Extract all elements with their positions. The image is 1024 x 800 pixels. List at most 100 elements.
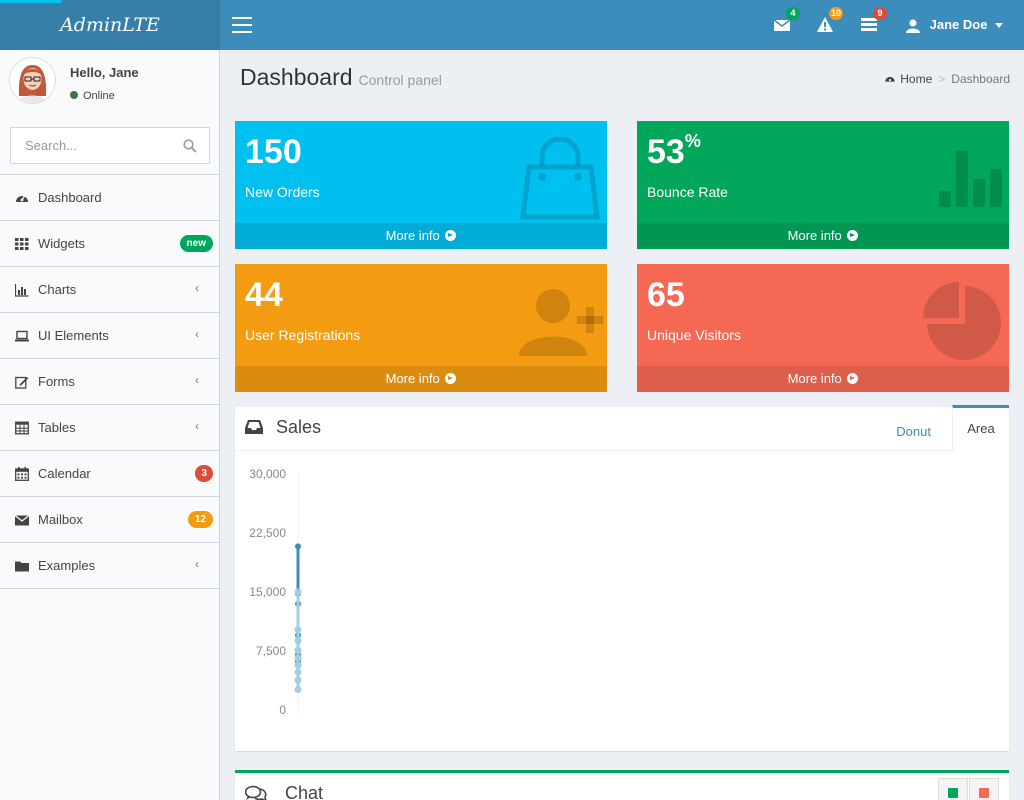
logo-text: AdminLTE (60, 14, 160, 36)
sidebar-item-forms[interactable]: Forms ‹ (0, 359, 219, 405)
unique-visitors-value: 65 (647, 276, 685, 314)
chat-status-green-button[interactable] (938, 778, 968, 800)
user-plus-icon (519, 289, 603, 356)
user-icon (906, 19, 920, 33)
sidebar-item-label: Examples (38, 558, 96, 573)
user-registrations-more-info-link[interactable]: More info (235, 366, 607, 392)
data-point[interactable] (295, 543, 301, 550)
data-point[interactable] (294, 676, 302, 684)
tasks-menu[interactable]: 9 (861, 7, 887, 35)
data-point[interactable] (294, 646, 302, 654)
calendar-badge: 3 (195, 465, 213, 482)
envelope-icon (774, 19, 790, 31)
sidebar-item-label: Widgets (38, 236, 85, 251)
chevron-down-icon (995, 23, 1004, 29)
tab-area[interactable]: Area (952, 405, 1009, 451)
messages-menu[interactable]: 4 (774, 7, 800, 35)
user-greeting: Hello, Jane (70, 65, 139, 80)
breadcrumb-current: Dashboard (951, 72, 1010, 86)
app-logo[interactable]: AdminLTE (0, 0, 220, 50)
new-badge: new (179, 235, 213, 252)
arrow-circle-right-icon (847, 373, 859, 385)
laptop-icon (15, 330, 29, 342)
sidebar-search (10, 127, 210, 164)
warning-icon (817, 17, 833, 32)
sidebar-item-widgets[interactable]: Widgets new (0, 221, 219, 267)
sidebar-item-label: Dashboard (38, 190, 102, 205)
chat-title: Chat (285, 783, 324, 800)
shopping-bag-icon (520, 137, 600, 220)
new-orders-value: 150 (245, 133, 302, 171)
breadcrumb-home-link[interactable]: Home (900, 72, 932, 86)
online-status-icon (70, 91, 78, 100)
tasks-icon (861, 18, 877, 31)
chat-status-red-button[interactable] (969, 778, 999, 800)
avatar (10, 58, 55, 103)
edit-icon (15, 376, 29, 389)
sidebar-item-calendar[interactable]: Calendar 3 (0, 451, 219, 497)
sidebar-item-label: UI Elements (38, 328, 109, 343)
envelope-icon (15, 515, 29, 526)
data-point[interactable] (294, 661, 302, 669)
sidebar-item-charts[interactable]: Charts ‹ (0, 267, 219, 313)
bar-chart-icon (15, 284, 29, 297)
chat-card: Chat (235, 770, 1009, 800)
sidebar-item-tables[interactable]: Tables ‹ (0, 405, 219, 451)
folder-icon (15, 561, 29, 572)
dashboard-icon (16, 195, 28, 202)
data-point[interactable] (294, 668, 302, 676)
sidebar-item-label: Calendar (38, 466, 91, 481)
sidebar-item-dashboard[interactable]: Dashboard (0, 175, 219, 221)
sidebar-item-mailbox[interactable]: Mailbox 12 (0, 497, 219, 543)
bounce-rate-value: 53% (647, 130, 701, 171)
logo-accent-bar (0, 0, 62, 3)
data-point[interactable] (294, 588, 302, 596)
user-menu[interactable]: Jane Doe (906, 0, 1004, 50)
page-title-text: Dashboard (240, 64, 353, 90)
sidebar-toggle-icon[interactable] (232, 17, 252, 33)
chevron-left-icon: ‹ (195, 557, 199, 571)
data-point[interactable] (294, 626, 302, 634)
bounce-rate-suffix: % (684, 130, 701, 151)
sidebar-item-examples[interactable]: Examples ‹ (0, 543, 219, 589)
bar-chart-icon (939, 151, 1002, 207)
unique-visitors-more-info-link[interactable]: More info (637, 366, 1009, 392)
inbox-icon (245, 420, 263, 434)
bounce-rate-box: 53% Bounce Rate More info (637, 121, 1009, 249)
data-point[interactable] (294, 686, 302, 694)
top-navbar: 4 10 9 Jane Doe (220, 0, 1024, 50)
y-tick-label: 7,500 (256, 644, 286, 658)
sales-chart: 30,000 22,500 15,000 7,500 0 (235, 452, 1009, 747)
user-registrations-box: 44 User Registrations More info (235, 264, 607, 392)
arrow-circle-right-icon (445, 230, 457, 242)
comments-icon (245, 785, 267, 800)
new-orders-more-info-link[interactable]: More info (235, 223, 607, 249)
chevron-left-icon: ‹ (195, 281, 199, 295)
th-icon (15, 238, 29, 250)
sales-card: Sales Donut Area 30,000 22,500 15,000 7,500… (235, 405, 1009, 751)
breadcrumb: Home > Dashboard (884, 72, 1010, 86)
tasks-badge: 9 (873, 7, 887, 20)
breadcrumb-separator: > (938, 72, 946, 86)
sidebar-item-ui-elements[interactable]: UI Elements ‹ (0, 313, 219, 359)
page-subtitle: Control panel (358, 72, 442, 88)
y-tick-label: 0 (279, 703, 286, 717)
search-icon[interactable] (183, 139, 197, 153)
unique-visitors-label: Unique Visitors (647, 327, 741, 343)
data-point[interactable] (294, 637, 302, 645)
sidebar-item-label: Forms (38, 374, 75, 389)
chevron-left-icon: ‹ (195, 419, 199, 433)
bounce-rate-more-info-link[interactable]: More info (637, 223, 1009, 249)
mailbox-badge: 12 (187, 511, 213, 528)
new-orders-box: 150 New Orders More info (235, 121, 607, 249)
data-point[interactable] (294, 654, 302, 662)
notifications-menu[interactable]: 10 (817, 7, 844, 35)
sidebar-item-label: Charts (38, 282, 77, 297)
tab-donut[interactable]: Donut (896, 424, 931, 439)
sales-card-header: Sales Donut Area (235, 405, 1009, 451)
dashboard-icon (885, 76, 895, 82)
search-input[interactable] (11, 128, 171, 163)
sidebar: Hello, Jane Online Dashboard Widgets new… (0, 50, 220, 800)
user-status: Online (70, 90, 115, 102)
chevron-left-icon: ‹ (195, 327, 199, 341)
